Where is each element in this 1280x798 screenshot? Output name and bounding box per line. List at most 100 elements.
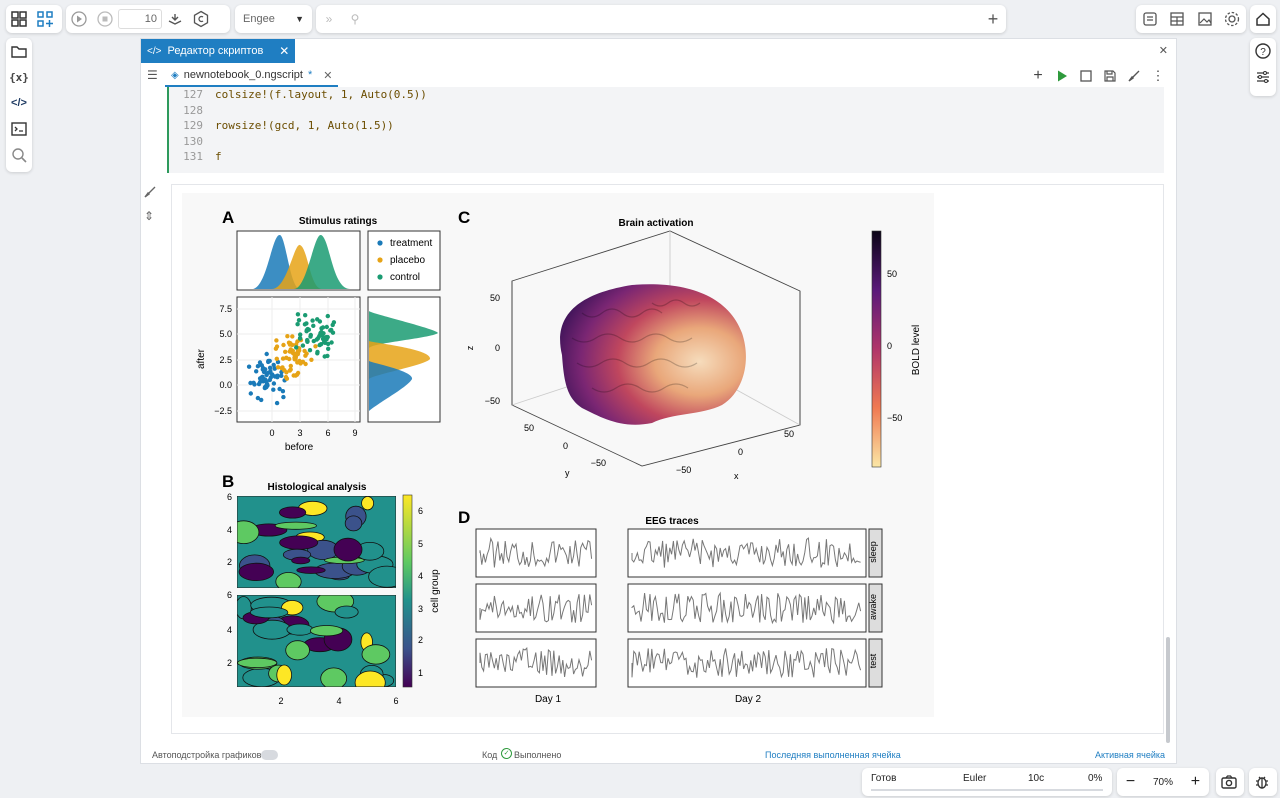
scatter-point (303, 361, 308, 367)
code-line[interactable]: 128 (177, 104, 215, 119)
scatter-point (295, 349, 300, 354)
step-input[interactable]: 10 (118, 9, 162, 29)
brush-icon[interactable] (1124, 66, 1144, 86)
scatter-point (260, 367, 265, 372)
image-icon[interactable] (1192, 6, 1218, 32)
gear-icon[interactable] (1219, 6, 1245, 32)
simulation-group: 10 (66, 5, 230, 33)
docs-icon[interactable] (1137, 6, 1163, 32)
solver-select[interactable]: Engee ▼ (235, 5, 312, 33)
status-solver: Euler (963, 773, 987, 784)
collapse-icon[interactable]: ⇕ (144, 209, 154, 223)
save-icon[interactable] (1100, 66, 1120, 86)
panel-letter-a: A (222, 208, 234, 227)
zoom-out-button[interactable]: − (1126, 773, 1135, 791)
histo-title: Histological analysis (268, 482, 367, 493)
contour-blob (344, 515, 363, 532)
status-progress: 0% (1088, 773, 1103, 784)
panel-letter-b: B (222, 472, 234, 491)
scatter-point (284, 376, 290, 381)
contour-blob (296, 566, 326, 574)
code-line[interactable]: 131 f (177, 150, 222, 165)
search-icon[interactable] (6, 142, 32, 168)
table-icon[interactable] (1164, 6, 1190, 32)
script-editor-icon[interactable]: </> (6, 90, 32, 116)
contour-blob (368, 565, 396, 588)
close-icon[interactable]: ✕ (279, 44, 289, 58)
scatter-point (302, 322, 308, 327)
scatter-point (317, 342, 322, 348)
y-tick: 2 (227, 658, 232, 668)
scatter-point (310, 318, 315, 323)
histo-top (237, 496, 396, 592)
add-cell-icon[interactable]: + (1028, 66, 1048, 86)
model-add-icon[interactable] (32, 6, 58, 32)
forward-icon[interactable]: » (316, 6, 342, 32)
close-panel-icon[interactable]: ✕ (1159, 44, 1168, 57)
eeg-col-label: Day 1 (535, 694, 562, 705)
scatter-ylabel: after (196, 348, 207, 369)
last-cell-link[interactable]: Последняя выполненная ячейка (765, 750, 901, 760)
scatter-point (265, 370, 270, 376)
sliders-icon[interactable] (1250, 64, 1276, 90)
scatter-point (287, 342, 293, 347)
code-label: Код (482, 750, 498, 760)
home-icon[interactable] (1250, 6, 1276, 32)
active-cell-link[interactable]: Активная ячейка (1095, 750, 1165, 760)
legend-placebo: placebo (390, 255, 425, 266)
histo-bottom (237, 590, 396, 687)
bold-colorbar: 50 0 −50 BOLD level (871, 230, 922, 468)
code-line[interactable]: 129 rowsize!(gcd, 1, Auto(1.5)) (177, 119, 394, 134)
scatter-point (331, 320, 337, 325)
scatter-point (271, 381, 277, 386)
code-line[interactable]: 127 colsize!(f.layout, 1, Auto(0.5)) (177, 88, 427, 103)
scatter-point (295, 322, 300, 327)
brush-icon[interactable] (143, 185, 157, 202)
legend-marker-control (377, 274, 383, 280)
stop-icon[interactable] (92, 6, 118, 32)
close-icon[interactable]: ✕ (323, 69, 332, 82)
scatter-point (266, 359, 271, 365)
codegen-icon[interactable] (188, 6, 214, 32)
apps-icon[interactable] (6, 6, 32, 32)
status-time: 10с (1028, 773, 1045, 784)
code-line[interactable]: 130 (177, 135, 215, 150)
camera-icon[interactable] (1216, 769, 1242, 795)
figure: A C B D Stimulus ratings treatment place… (182, 193, 934, 717)
cbar-tick: 4 (418, 571, 423, 581)
run-icon[interactable] (66, 6, 92, 32)
scrollbar[interactable] (1166, 637, 1170, 743)
bug-icon[interactable] (1249, 769, 1275, 795)
more-icon[interactable]: ⋮ (1148, 66, 1168, 86)
scatter-point (274, 344, 280, 349)
outline-icon[interactable]: ☰ (147, 68, 158, 82)
scatter-point (246, 364, 252, 369)
run-icon[interactable] (1052, 66, 1072, 86)
script-file-icon: ◈ (171, 69, 179, 81)
scatter-point (293, 356, 298, 361)
tab-file[interactable]: ◈ newnotebook_0.ngscript * ✕ (165, 65, 339, 87)
scatter-point (288, 347, 293, 352)
scatter-point (280, 389, 286, 394)
zoom-in-button[interactable]: + (1191, 773, 1200, 791)
stop-icon[interactable] (1076, 66, 1096, 86)
eeg-col-label: Day 2 (735, 694, 762, 705)
variables-icon[interactable]: {x} (6, 64, 32, 90)
scatter-point (295, 370, 301, 376)
terminal-icon[interactable] (6, 116, 32, 142)
contour-blob (285, 640, 310, 661)
auto-plot-toggle[interactable] (261, 750, 278, 760)
help-icon[interactable]: ? (1250, 38, 1276, 64)
add-icon[interactable]: + (980, 6, 1006, 32)
z-label: z (465, 345, 475, 350)
layers-icon[interactable] (162, 6, 188, 32)
code-cell[interactable]: 127 colsize!(f.layout, 1, Auto(0.5)) 128 12… (167, 87, 1164, 173)
tab-script-editor[interactable]: </> Редактор скриптов ✕ (141, 39, 296, 63)
eeg-row-label: test (868, 653, 878, 668)
simulation-status: Готов Euler 10с 0% (862, 768, 1112, 796)
signal-icon[interactable]: ⚲ (342, 6, 368, 32)
scatter-point (248, 391, 253, 396)
folder-icon[interactable] (6, 38, 32, 64)
scatter-point (260, 374, 265, 379)
home-group (1250, 5, 1276, 33)
